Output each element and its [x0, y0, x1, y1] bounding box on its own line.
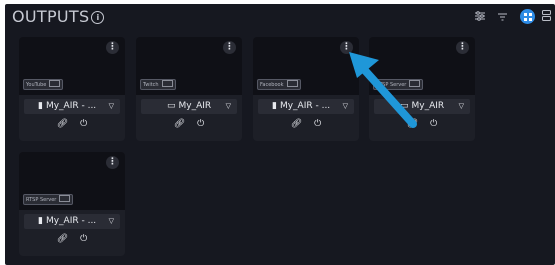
- output-name: My_AIR - ...: [45, 216, 97, 226]
- power-icon[interactable]: ⏻: [80, 119, 87, 129]
- output-name: My_AIR - ...: [45, 101, 97, 111]
- more-options-icon[interactable]: ⋮: [106, 156, 119, 169]
- platform-tag: Facebook: [257, 79, 301, 90]
- power-icon[interactable]: ⏻: [430, 119, 437, 129]
- tag-icon: [59, 195, 71, 202]
- more-options-icon[interactable]: ⋮: [223, 41, 236, 54]
- list-view-icon[interactable]: [542, 10, 551, 24]
- output-card[interactable]: ⋮ RTSP Server ▮ My_AIR - ... ▽ 🔗︎ ⏻: [19, 152, 125, 256]
- output-name: My_AIR: [178, 101, 212, 111]
- power-icon[interactable]: ⏻: [197, 119, 204, 129]
- more-options-icon[interactable]: ⋮: [106, 41, 119, 54]
- info-icon[interactable]: i: [91, 11, 105, 24]
- file-icon: ▮: [272, 101, 277, 111]
- card-actions: 🔗︎ ⏻: [19, 234, 125, 244]
- grid-view-icon[interactable]: [520, 9, 535, 24]
- output-source-select[interactable]: ▮ My_AIR - ... ▽: [24, 99, 120, 114]
- platform-tag: RTSP Server: [23, 194, 74, 205]
- filter-icon[interactable]: [498, 11, 507, 24]
- filter-sliders-icon[interactable]: [475, 11, 485, 24]
- platform-tag: YouTube: [23, 79, 64, 90]
- link-icon[interactable]: 🔗︎: [57, 234, 68, 244]
- chevron-down-icon: ▽: [108, 102, 114, 110]
- card-actions: 🔗︎ ⏻: [136, 119, 242, 129]
- header: OUTPUTS i: [5, 4, 555, 32]
- file-icon: ▮: [38, 101, 43, 111]
- platform-tag: Twitch: [140, 79, 176, 90]
- file-icon: ▮: [38, 216, 43, 226]
- outputs-panel: OUTPUTS i ⋮ YouTube ▮ My_AIR - ... ▽ 🔗︎ ⏻ ⋮ …: [5, 4, 555, 265]
- output-source-select[interactable]: ▮ My_AIR - ... ▽: [258, 99, 354, 114]
- chevron-down-icon: ▽: [458, 102, 464, 110]
- tag-icon: [286, 80, 298, 87]
- chevron-down-icon: ▽: [225, 102, 231, 110]
- output-name: My_AIR - ...: [279, 101, 331, 111]
- power-icon[interactable]: ⏻: [80, 234, 87, 244]
- output-source-select[interactable]: ▮ My_AIR - ... ▽: [24, 214, 120, 229]
- output-card[interactable]: ⋮ Twitch ▭ My_AIR ▽ 🔗︎ ⏻: [136, 37, 242, 141]
- tag-icon: [161, 80, 173, 87]
- link-icon[interactable]: 🔗︎: [174, 119, 185, 129]
- link-icon[interactable]: 🔗︎: [57, 119, 68, 129]
- output-source-select[interactable]: ▭ My_AIR ▽: [141, 99, 237, 114]
- output-card[interactable]: ⋮ YouTube ▮ My_AIR - ... ▽ 🔗︎ ⏻: [19, 37, 125, 141]
- camera-icon: ▭: [167, 101, 176, 111]
- card-actions: 🔗︎ ⏻: [253, 119, 359, 129]
- more-options-icon[interactable]: ⋮: [456, 41, 469, 54]
- power-icon[interactable]: ⏻: [314, 119, 321, 129]
- link-icon[interactable]: 🔗︎: [291, 119, 302, 129]
- page-title-text: OUTPUTS: [12, 7, 90, 26]
- pointer-arrow-annotation: [349, 52, 417, 128]
- card-actions: 🔗︎ ⏻: [19, 119, 125, 129]
- tag-icon: [49, 80, 61, 87]
- page-title: OUTPUTS i: [12, 7, 105, 26]
- output-card[interactable]: ⋮ Facebook ▮ My_AIR - ... ▽ 🔗︎ ⏻: [253, 37, 359, 141]
- chevron-down-icon: ▽: [108, 217, 114, 225]
